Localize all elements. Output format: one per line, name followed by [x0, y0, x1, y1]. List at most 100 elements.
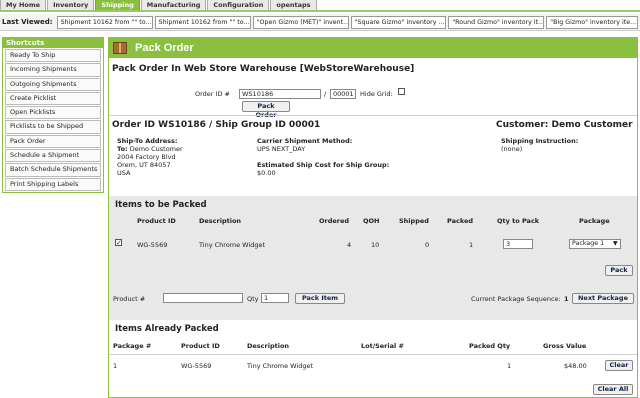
- customer-heading: Customer: Demo Customer: [496, 120, 633, 130]
- cell-qoh: 10: [371, 241, 380, 249]
- items-to-be-packed-title: Items to be Packed: [115, 200, 207, 210]
- clear-button[interactable]: Clear: [605, 360, 633, 371]
- col-package-number: Package #: [113, 342, 152, 350]
- order-id-input[interactable]: WS10186: [239, 89, 321, 99]
- last-viewed-item[interactable]: "Round Gizmo" inventory it...: [448, 15, 545, 29]
- packed-cell-description: Tiny Chrome Widget: [247, 362, 314, 370]
- last-viewed-item[interactable]: "Open Gizmo (MET)" invent...: [252, 15, 349, 29]
- sidebar-item-print-shipping-labels[interactable]: Print Shipping Labels: [5, 177, 101, 191]
- ship-group-input[interactable]: 00001: [330, 89, 356, 99]
- sidebar-item-outgoing-shipments[interactable]: Outgoing Shipments: [5, 77, 101, 91]
- last-viewed-label: Last Viewed:: [2, 18, 53, 26]
- items-already-packed-title: Items Already Packed: [115, 324, 219, 334]
- current-package-sequence-label: Current Package Sequence:: [471, 295, 561, 303]
- cell-description: Tiny Chrome Widget: [199, 241, 266, 249]
- sidebar-item-schedule-shipment[interactable]: Schedule a Shipment: [5, 149, 101, 163]
- ship-to-label: Ship-To Address:: [117, 137, 178, 145]
- last-viewed-item[interactable]: Shipment 10162 from "" to...: [56, 15, 153, 29]
- sidebar-item-ready-to-ship[interactable]: Ready To Ship: [5, 49, 101, 63]
- pack-button[interactable]: Pack: [605, 265, 633, 276]
- product-number-label: Product #: [113, 295, 146, 303]
- ship-to-name-line: To: Demo Customer: [117, 145, 183, 153]
- col-description: Description: [199, 217, 242, 225]
- package-box-icon: [113, 42, 127, 54]
- col-qty-to-pack: Qty to Pack: [497, 217, 540, 225]
- col-product-id: Product ID: [137, 217, 176, 225]
- packed-cell-package: 1: [113, 362, 118, 370]
- packed-cell-qty: 1: [507, 362, 512, 370]
- col-qoh: QOH: [363, 217, 380, 225]
- pack-order-subtitle: Pack Order In Web Store Warehouse [WebSt…: [112, 64, 415, 74]
- cell-shipped: 0: [425, 241, 430, 249]
- row-select-checkbox[interactable]: ✓: [115, 239, 122, 247]
- next-package-button[interactable]: Next Package: [572, 293, 634, 304]
- tab-inventory[interactable]: Inventory: [47, 0, 95, 10]
- tab-my-home[interactable]: My Home: [0, 0, 47, 10]
- last-viewed-bar: Last Viewed: Shipment 10162 from "" to..…: [0, 14, 640, 31]
- col-packed-product-id: Product ID: [181, 342, 220, 350]
- divider: [109, 115, 637, 116]
- package-select[interactable]: Package 1 ▼: [569, 239, 621, 249]
- page-title: Pack Order: [135, 42, 194, 54]
- pack-item-button[interactable]: Pack Item: [295, 293, 345, 304]
- sidebar-item-open-picklists[interactable]: Open Picklists: [5, 106, 101, 120]
- current-package-sequence-value: 1: [564, 295, 569, 303]
- packed-cell-gross-value: $48.00: [564, 362, 587, 370]
- col-lot-serial: Lot/Serial #: [361, 342, 404, 350]
- shortcuts-sidebar: Shortcuts Ready To Ship Incoming Shipmen…: [2, 37, 104, 193]
- sidebar-item-picklists-to-be-shipped[interactable]: Picklists to be Shipped: [5, 120, 101, 134]
- col-package: Package: [579, 217, 610, 225]
- col-gross-value: Gross Value: [543, 342, 587, 350]
- chevron-down-icon: ▼: [613, 240, 618, 247]
- qty-input[interactable]: 1: [261, 293, 289, 303]
- product-number-input[interactable]: [163, 293, 243, 303]
- order-id-label: Order ID #: [195, 90, 230, 98]
- qty-label: Qty: [247, 295, 259, 303]
- est-ship-cost-label: Estimated Ship Cost for Ship Group:: [257, 161, 390, 169]
- col-packed-qty: Packed Qty: [469, 342, 511, 350]
- ship-to-country: USA: [117, 169, 131, 177]
- col-shipped: Shipped: [399, 217, 429, 225]
- shipping-instruction-value: (none): [501, 145, 523, 153]
- to-label: To:: [117, 145, 128, 153]
- col-ordered: Ordered: [319, 217, 350, 225]
- clear-all-button[interactable]: Clear All: [593, 384, 633, 395]
- order-slash: /: [324, 90, 327, 98]
- packed-cell-product-id: WG-5569: [181, 362, 212, 370]
- pack-order-button[interactable]: Pack Order: [242, 101, 290, 119]
- col-packed-description: Description: [247, 342, 290, 350]
- col-packed: Packed: [447, 217, 474, 225]
- sidebar-item-batch-schedule-shipments[interactable]: Batch Schedule Shipments: [5, 163, 101, 177]
- order-heading: Order ID WS10186 / Ship Group ID 00001: [112, 120, 321, 130]
- sidebar-item-incoming-shipments[interactable]: Incoming Shipments: [5, 63, 101, 77]
- main-panel: Pack Order Pack Order In Web Store Wareh…: [108, 37, 638, 398]
- est-ship-cost-value: $0.00: [257, 169, 276, 177]
- sidebar-item-create-picklist[interactable]: Create Picklist: [5, 91, 101, 106]
- ship-to-address2: Orem, UT 84057: [117, 161, 171, 169]
- cell-product-id: WG-5569: [137, 241, 168, 249]
- ship-to-address1: 2004 Factory Blvd: [117, 153, 176, 161]
- tab-shipping[interactable]: Shipping: [95, 0, 140, 10]
- tab-manufacturing[interactable]: Manufacturing: [140, 0, 207, 10]
- tab-opentaps[interactable]: opentaps: [270, 0, 317, 10]
- ship-to-name: Demo Customer: [129, 145, 183, 153]
- top-nav-tabs: My Home Inventory Shipping Manufacturing…: [0, 0, 640, 12]
- carrier-label: Carrier Shipment Method:: [257, 137, 353, 145]
- cell-ordered: 4: [347, 241, 352, 249]
- carrier-value: UPS NEXT_DAY: [257, 145, 306, 153]
- package-select-value: Package 1: [572, 240, 605, 247]
- tab-configuration[interactable]: Configuration: [207, 0, 270, 10]
- qty-to-pack-input[interactable]: 3: [503, 239, 533, 249]
- divider: [109, 354, 637, 355]
- hide-grid-label: Hide Grid:: [360, 90, 393, 98]
- page-header: Pack Order: [109, 38, 637, 58]
- items-to-be-packed-section: Items to be Packed Product ID Descriptio…: [109, 196, 637, 320]
- shipping-instruction-label: Shipping Instruction:: [501, 137, 579, 145]
- sidebar-item-pack-order[interactable]: Pack Order: [5, 134, 101, 149]
- cell-packed: 1: [469, 241, 474, 249]
- shortcuts-title: Shortcuts: [3, 38, 103, 48]
- last-viewed-item[interactable]: "Big Gizmo" inventory ite...: [546, 15, 638, 29]
- last-viewed-item[interactable]: Shipment 10162 from "" to...: [154, 15, 251, 29]
- last-viewed-item[interactable]: "Square Gizmo" inventory ...: [350, 15, 447, 29]
- hide-grid-checkbox[interactable]: [398, 88, 405, 95]
